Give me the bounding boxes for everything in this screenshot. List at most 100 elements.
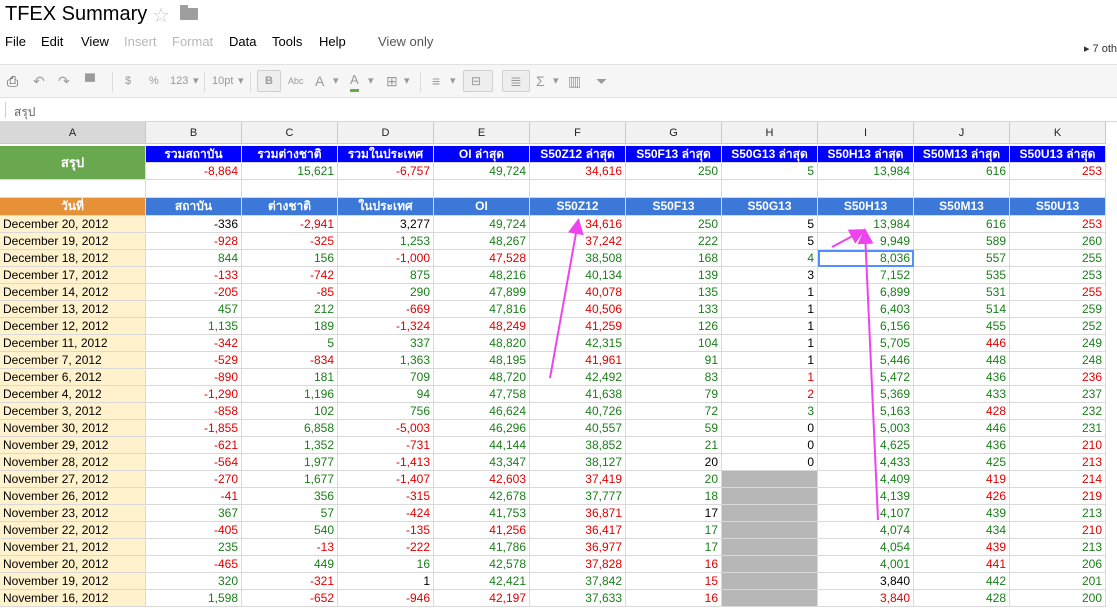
filter-icon[interactable]: ⏷ <box>596 73 607 89</box>
table-cell[interactable]: -731 <box>338 437 434 454</box>
column-header-k[interactable]: K <box>1010 122 1106 144</box>
date-cell[interactable]: December 13, 2012 <box>0 301 146 318</box>
table-cell[interactable]: 34,616 <box>530 216 626 233</box>
table-header[interactable]: S50H13 <box>818 198 914 216</box>
table-cell[interactable]: 4,409 <box>818 471 914 488</box>
table-cell[interactable]: 40,726 <box>530 403 626 420</box>
table-cell[interactable]: 15 <box>626 573 722 590</box>
table-cell[interactable]: -1,855 <box>146 420 242 437</box>
table-cell[interactable]: 290 <box>338 284 434 301</box>
table-cell[interactable]: 6,156 <box>818 318 914 335</box>
table-cell[interactable]: 94 <box>338 386 434 403</box>
empty-cell[interactable] <box>1010 180 1106 198</box>
table-cell[interactable]: 248 <box>1010 352 1106 369</box>
table-cell[interactable]: 428 <box>914 403 1010 420</box>
table-cell[interactable]: 37,419 <box>530 471 626 488</box>
table-cell[interactable]: 36,871 <box>530 505 626 522</box>
summary-value[interactable]: 5 <box>722 163 818 180</box>
date-cell[interactable]: December 20, 2012 <box>0 216 146 233</box>
table-cell[interactable]: 1,196 <box>242 386 338 403</box>
table-cell[interactable]: -652 <box>242 590 338 607</box>
number-format-button[interactable]: 123 <box>170 73 188 89</box>
summary-header[interactable]: S50F13 ล่าสุด <box>626 146 722 163</box>
table-cell[interactable]: 844 <box>146 250 242 267</box>
table-cell[interactable]: 17 <box>626 505 722 522</box>
table-cell[interactable]: -834 <box>242 352 338 369</box>
table-cell[interactable]: 4,625 <box>818 437 914 454</box>
table-cell[interactable]: 255 <box>1010 250 1106 267</box>
table-header[interactable]: S50U13 <box>1010 198 1106 216</box>
table-cell[interactable]: 41,786 <box>434 539 530 556</box>
table-cell[interactable]: -1,407 <box>338 471 434 488</box>
fill-color-button[interactable]: A <box>350 73 359 92</box>
table-cell[interactable]: 1 <box>722 352 818 369</box>
table-cell[interactable]: 41,256 <box>434 522 530 539</box>
table-cell[interactable]: -5,003 <box>338 420 434 437</box>
table-cell[interactable]: 426 <box>914 488 1010 505</box>
table-cell[interactable]: 135 <box>626 284 722 301</box>
table-cell[interactable]: 4,107 <box>818 505 914 522</box>
table-cell[interactable] <box>722 590 818 607</box>
table-cell[interactable]: 6,858 <box>242 420 338 437</box>
table-cell[interactable]: 442 <box>914 573 1010 590</box>
table-cell[interactable]: 446 <box>914 420 1010 437</box>
folder-icon[interactable] <box>180 5 198 20</box>
table-cell[interactable]: 37,777 <box>530 488 626 505</box>
table-cell[interactable]: 40,134 <box>530 267 626 284</box>
bold-button[interactable]: B <box>257 70 281 92</box>
table-cell[interactable] <box>722 539 818 556</box>
menu-edit[interactable]: Edit <box>41 34 63 49</box>
table-cell[interactable]: 1,352 <box>242 437 338 454</box>
table-cell[interactable]: 139 <box>626 267 722 284</box>
summary-value[interactable]: -8,864 <box>146 163 242 180</box>
wrap-text-button[interactable]: ≣ <box>502 70 530 92</box>
table-cell[interactable]: 1,598 <box>146 590 242 607</box>
column-header-b[interactable]: B <box>146 122 242 144</box>
menu-help[interactable]: Help <box>319 34 346 49</box>
column-header-e[interactable]: E <box>434 122 530 144</box>
table-cell[interactable]: 1 <box>722 284 818 301</box>
table-cell[interactable]: -342 <box>146 335 242 352</box>
table-cell[interactable]: 189 <box>242 318 338 335</box>
table-cell[interactable]: 46,296 <box>434 420 530 437</box>
summary-value[interactable]: 34,616 <box>530 163 626 180</box>
table-cell[interactable]: 57 <box>242 505 338 522</box>
table-header[interactable]: ต่างชาติ <box>242 198 338 216</box>
table-cell[interactable]: 91 <box>626 352 722 369</box>
table-cell[interactable]: -928 <box>146 233 242 250</box>
table-cell[interactable]: -1,413 <box>338 454 434 471</box>
table-cell[interactable]: 457 <box>146 301 242 318</box>
table-cell[interactable]: 1 <box>722 369 818 386</box>
summary-value[interactable]: 250 <box>626 163 722 180</box>
table-cell[interactable]: 42,578 <box>434 556 530 573</box>
table-cell[interactable]: -325 <box>242 233 338 250</box>
table-cell[interactable]: 38,127 <box>530 454 626 471</box>
table-cell[interactable]: -890 <box>146 369 242 386</box>
table-cell[interactable]: 47,816 <box>434 301 530 318</box>
table-cell[interactable]: 222 <box>626 233 722 250</box>
table-cell[interactable]: 7,152 <box>818 267 914 284</box>
table-cell[interactable]: -135 <box>338 522 434 539</box>
table-cell[interactable]: 47,899 <box>434 284 530 301</box>
table-cell[interactable]: 41,259 <box>530 318 626 335</box>
table-cell[interactable]: 48,820 <box>434 335 530 352</box>
table-cell[interactable]: 1,135 <box>146 318 242 335</box>
column-header-a[interactable]: A <box>0 122 146 144</box>
table-cell[interactable]: -2,941 <box>242 216 338 233</box>
document-title[interactable]: TFEX Summary <box>5 3 147 26</box>
date-cell[interactable]: December 7, 2012 <box>0 352 146 369</box>
summary-header[interactable]: S50M13 ล่าสุด <box>914 146 1010 163</box>
table-cell[interactable]: 38,852 <box>530 437 626 454</box>
currency-button[interactable]: $ <box>125 73 131 89</box>
summary-value[interactable]: 15,621 <box>242 163 338 180</box>
table-cell[interactable]: 213 <box>1010 454 1106 471</box>
date-cell[interactable]: November 29, 2012 <box>0 437 146 454</box>
table-cell[interactable]: 48,249 <box>434 318 530 335</box>
table-cell[interactable]: 2 <box>722 386 818 403</box>
table-cell[interactable] <box>722 505 818 522</box>
table-cell[interactable]: 4,001 <box>818 556 914 573</box>
summary-value[interactable]: 49,724 <box>434 163 530 180</box>
table-cell[interactable]: 181 <box>242 369 338 386</box>
table-cell[interactable]: 43,347 <box>434 454 530 471</box>
table-cell[interactable]: 1,977 <box>242 454 338 471</box>
